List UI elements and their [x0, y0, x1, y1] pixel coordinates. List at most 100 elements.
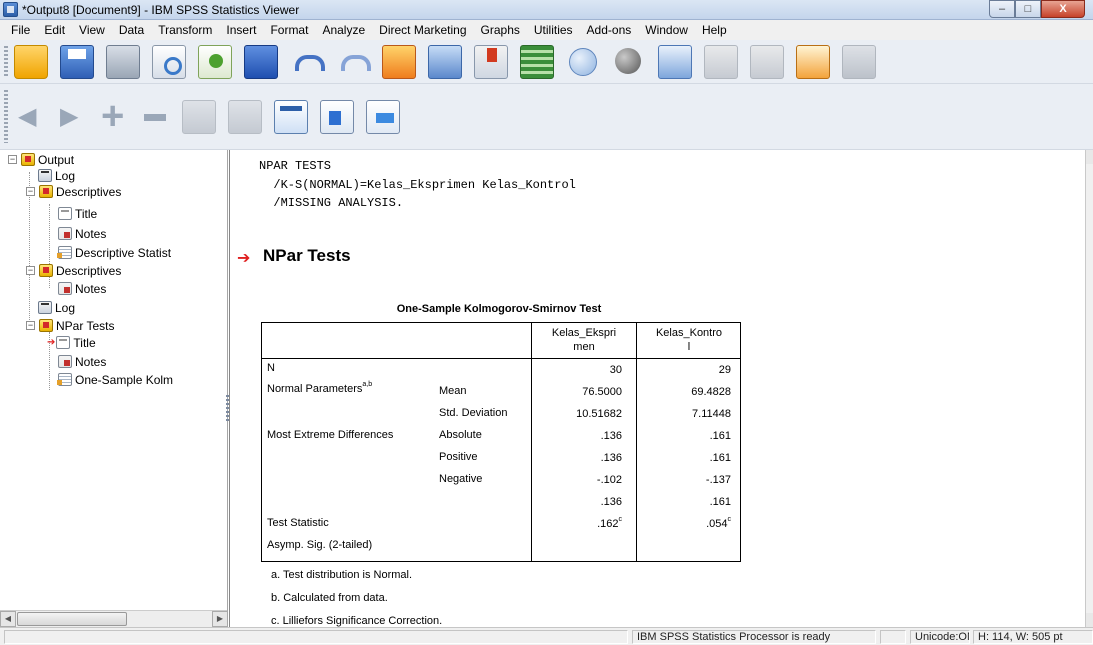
tree-item-log-2[interactable]: Log	[38, 300, 75, 315]
book-icon	[39, 319, 53, 332]
table-icon	[57, 246, 72, 259]
value-text: .162	[597, 518, 619, 530]
demote-arrow-right-icon[interactable]	[56, 100, 86, 134]
toolbar-grip[interactable]	[4, 90, 8, 143]
menu-format[interactable]: Format	[263, 23, 315, 37]
toolbar-grip[interactable]	[4, 46, 8, 77]
window-controls: – □ X	[989, 0, 1085, 18]
collapse-toggle[interactable]: −	[8, 155, 17, 164]
collapse-toggle[interactable]: −	[26, 321, 35, 330]
cell-value: .162c	[597, 516, 623, 530]
tree-item-title[interactable]: Title	[58, 206, 97, 221]
tree-item-npar-tests[interactable]: − NPar Tests	[26, 318, 114, 333]
export-icon[interactable]	[198, 44, 232, 79]
tree-item-output[interactable]: − Output	[8, 152, 74, 167]
current-section-arrow-icon: ➔	[237, 250, 251, 267]
row-label-test-statistic: Test Statistic	[267, 517, 329, 529]
syntax-line: /MISSING ANALYSIS.	[259, 196, 404, 210]
footnote-marker: c	[618, 516, 623, 523]
menu-file[interactable]: File	[4, 23, 37, 37]
ks-table[interactable]: Kelas_Ekspri men Kelas_Kontro l N Normal…	[261, 322, 741, 562]
window-title: *Output8 [Document9] - IBM SPSS Statisti…	[22, 3, 300, 17]
open-folder-icon[interactable]	[14, 44, 48, 79]
redo-icon[interactable]	[336, 45, 371, 79]
insert-heading-icon[interactable]	[274, 99, 308, 134]
log-icon	[38, 301, 52, 314]
expand-plus-icon[interactable]	[98, 94, 128, 139]
outline-horizontal-scrollbar[interactable]: ◀ ▶	[0, 610, 227, 627]
minimize-button[interactable]: –	[989, 0, 1015, 18]
scroll-down-icon[interactable]	[1086, 613, 1093, 627]
menu-edit[interactable]: Edit	[37, 23, 72, 37]
collapse-minus-icon[interactable]	[140, 100, 170, 134]
tree-item-descriptives-2[interactable]: − Descriptives	[26, 263, 121, 278]
header-line: men	[573, 341, 595, 353]
disabled-tool-icon	[842, 44, 876, 79]
tree-item-descriptives[interactable]: − Descriptives	[26, 184, 121, 199]
tree-item-log[interactable]: Log	[38, 168, 75, 183]
tree-item-notes-3[interactable]: Notes	[58, 354, 106, 369]
cell-value: 30	[609, 364, 622, 376]
tree-label: Title	[75, 206, 98, 221]
show-icon	[182, 99, 216, 134]
tree-label: Notes	[75, 226, 107, 241]
tree-item-title-2[interactable]: ➔ Title	[47, 335, 96, 350]
show-all-variables-icon[interactable]	[612, 45, 646, 79]
menu-add-ons[interactable]: Add-ons	[580, 23, 639, 37]
spell-check-icon[interactable]	[658, 44, 692, 79]
scroll-left-icon[interactable]: ◀	[0, 611, 16, 627]
create-edit-autoscript-icon[interactable]	[704, 44, 738, 79]
output-content-pane[interactable]: NPAR TESTS /K-S(NORMAL)=Kelas_Eksprimen …	[229, 150, 1093, 627]
undo-icon[interactable]	[290, 45, 325, 79]
menu-direct-marketing[interactable]: Direct Marketing	[372, 23, 473, 37]
menu-transform[interactable]: Transform	[151, 23, 219, 37]
menu-view[interactable]: View	[72, 23, 112, 37]
run-script-icon[interactable]	[750, 44, 784, 79]
menu-insert[interactable]: Insert	[219, 23, 263, 37]
insert-text-icon[interactable]	[366, 99, 400, 134]
use-variable-sets-icon[interactable]	[566, 45, 600, 79]
section-title[interactable]: NPar Tests	[263, 246, 351, 266]
tree-item-one-sample-ks[interactable]: One-Sample Kolm	[57, 372, 173, 387]
save-icon[interactable]	[60, 44, 94, 79]
cell-value: .136	[600, 496, 622, 508]
tree-item-notes[interactable]: Notes	[58, 226, 106, 241]
close-button[interactable]: X	[1041, 0, 1085, 18]
designate-window-icon[interactable]	[796, 44, 830, 79]
variables-icon[interactable]	[520, 44, 554, 79]
menu-analyze[interactable]: Analyze	[315, 23, 372, 37]
scroll-up-icon[interactable]	[1086, 150, 1093, 164]
promote-arrow-left-icon[interactable]	[14, 100, 44, 134]
spss-app-icon[interactable]	[3, 2, 18, 17]
go-to-case-icon[interactable]	[428, 44, 462, 79]
value-text: .054	[706, 518, 728, 530]
go-to-variable-icon[interactable]	[474, 44, 508, 79]
print-icon[interactable]	[106, 44, 140, 79]
tree-label: Output	[38, 152, 75, 167]
main-toolbar	[0, 40, 1093, 84]
outline-pane[interactable]: − Output Log − Descriptives Title Notes …	[0, 150, 228, 627]
menu-data[interactable]: Data	[112, 23, 151, 37]
menu-graphs[interactable]: Graphs	[474, 23, 527, 37]
tree-item-descriptive-statistics[interactable]: Descriptive Statist	[57, 245, 171, 260]
menu-window[interactable]: Window	[638, 23, 695, 37]
insert-title-icon[interactable]	[320, 99, 354, 134]
scroll-right-icon[interactable]: ▶	[212, 611, 227, 627]
title-icon	[58, 207, 72, 220]
outline-toolbar	[0, 84, 1093, 150]
footnote-marker: a,b	[362, 381, 373, 388]
row-label-asymp-sig: Asymp. Sig. (2-tailed)	[267, 539, 373, 551]
menu-utilities[interactable]: Utilities	[527, 23, 580, 37]
cell-value: 29	[718, 364, 731, 376]
collapse-toggle[interactable]: −	[26, 187, 35, 196]
tree-item-notes-2[interactable]: Notes	[58, 281, 106, 296]
print-preview-icon[interactable]	[152, 44, 186, 79]
go-to-data-icon[interactable]	[382, 44, 416, 79]
content-vertical-scrollbar[interactable]	[1085, 150, 1093, 627]
collapse-toggle[interactable]: −	[26, 266, 35, 275]
maximize-button[interactable]: □	[1015, 0, 1041, 18]
menu-help[interactable]: Help	[695, 23, 734, 37]
scroll-thumb[interactable]	[17, 612, 127, 626]
tree-line	[49, 277, 50, 288]
recall-dialog-icon[interactable]	[244, 44, 278, 79]
